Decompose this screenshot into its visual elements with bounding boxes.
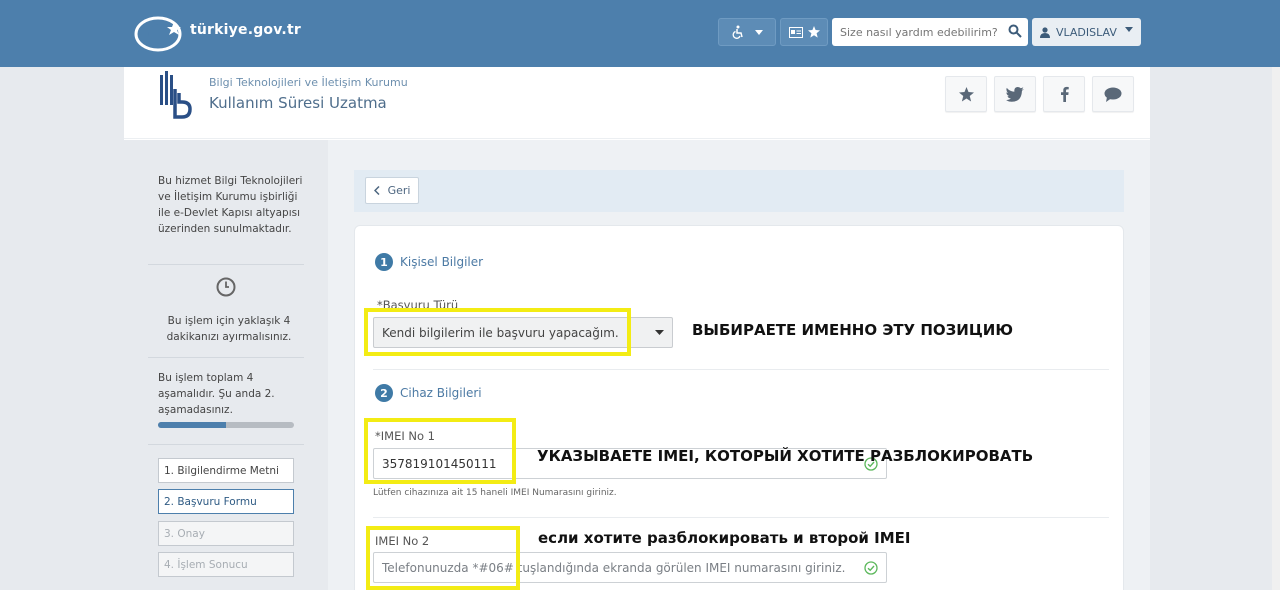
chevron-left-icon xyxy=(373,186,380,195)
star-icon xyxy=(807,26,820,38)
sidebar-divider xyxy=(148,264,304,265)
duration-text: Bu işlem için yaklaşık 4 dakikanızı ayır… xyxy=(166,315,292,343)
highlight-imei2 xyxy=(366,526,520,590)
user-icon xyxy=(1040,26,1050,38)
highlight-imei1 xyxy=(364,418,516,484)
step-item-3: 3. Onay xyxy=(158,521,294,546)
annotation-enter-imei: УКАЗЫВАЕТЕ IMEI, КОТОРЫЙ ХОТИТЕ РАЗБЛОКИ… xyxy=(537,447,1034,465)
step-item-1[interactable]: 1. Bilgilendirme Metni xyxy=(158,458,294,483)
imei1-hint: Lütfen cihazınıza ait 15 haneli IMEI Num… xyxy=(373,488,617,498)
institution-header: Bilgi Teknolojileri ve İletişim Kurumu K… xyxy=(124,67,1150,139)
step-progress-text: Bu işlem toplam 4 aşamalıdır. Şu anda 2.… xyxy=(158,372,275,416)
facebook-share-button[interactable] xyxy=(1043,76,1085,112)
facebook-icon xyxy=(1060,86,1069,102)
clock-icon xyxy=(216,277,236,297)
back-button[interactable]: Geri xyxy=(365,177,419,204)
wheelchair-icon xyxy=(732,25,743,39)
twitter-share-button[interactable] xyxy=(994,76,1036,112)
page-scrollbar[interactable] xyxy=(1272,67,1280,590)
form-content-area: Geri 1 Kişisel Bilgiler *Başvuru Türü Ke… xyxy=(328,140,1150,590)
search-input[interactable] xyxy=(840,25,1004,39)
section-title-device: Cihaz Bilgileri xyxy=(400,386,482,400)
highlight-application-type xyxy=(364,308,631,356)
back-label: Geri xyxy=(387,184,411,197)
user-menu-button[interactable]: VLADISLAV xyxy=(1032,18,1141,46)
check-circle-icon xyxy=(864,561,878,575)
star-icon xyxy=(958,86,974,101)
section-number: 1 xyxy=(375,253,393,271)
service-description: Bu hizmet Bilgi Teknolojileri ve İletişi… xyxy=(158,175,303,235)
caret-down-icon xyxy=(755,29,763,35)
section-divider xyxy=(373,369,1109,370)
step-progress-fill xyxy=(158,422,226,428)
service-title: Kullanım Süresi Uzatma xyxy=(209,94,387,112)
twitter-icon xyxy=(1006,86,1024,102)
search-box[interactable] xyxy=(832,18,1028,46)
comment-icon xyxy=(1104,87,1122,102)
section-title-personal: Kişisel Bilgiler xyxy=(400,255,484,269)
favorites-card-button[interactable] xyxy=(780,18,828,46)
section-number: 2 xyxy=(375,384,393,402)
top-header: türkiye.gov.tr VLADISLAV xyxy=(0,0,1280,67)
navigation-bar: Geri xyxy=(354,170,1124,212)
step-item-2[interactable]: 2. Başvuru Formu xyxy=(158,489,294,514)
step-item-4: 4. İşlem Sonucu xyxy=(158,552,294,577)
step-progress-bar xyxy=(158,422,294,428)
sidebar-divider xyxy=(148,444,304,445)
id-card-icon xyxy=(788,26,803,38)
logo-text[interactable]: türkiye.gov.tr xyxy=(190,22,301,38)
favorite-button[interactable] xyxy=(945,76,987,112)
annotation-select-position: ВЫБИРАЕТЕ ИМЕННО ЭТУ ПОЗИЦИЮ xyxy=(692,321,1013,339)
comment-button[interactable] xyxy=(1092,76,1134,112)
annotation-second-imei: если хотите разблокировать и второй IMEI xyxy=(538,529,911,547)
sidebar-divider xyxy=(148,357,304,358)
caret-down-icon xyxy=(1125,27,1133,32)
section-divider xyxy=(373,517,1109,518)
user-name: VLADISLAV xyxy=(1056,25,1117,39)
caret-down-icon xyxy=(655,330,664,335)
btk-logo-icon xyxy=(160,71,192,119)
search-icon[interactable] xyxy=(1008,24,1022,38)
institution-name: Bilgi Teknolojileri ve İletişim Kurumu xyxy=(209,76,408,89)
accessibility-button[interactable] xyxy=(718,18,776,46)
